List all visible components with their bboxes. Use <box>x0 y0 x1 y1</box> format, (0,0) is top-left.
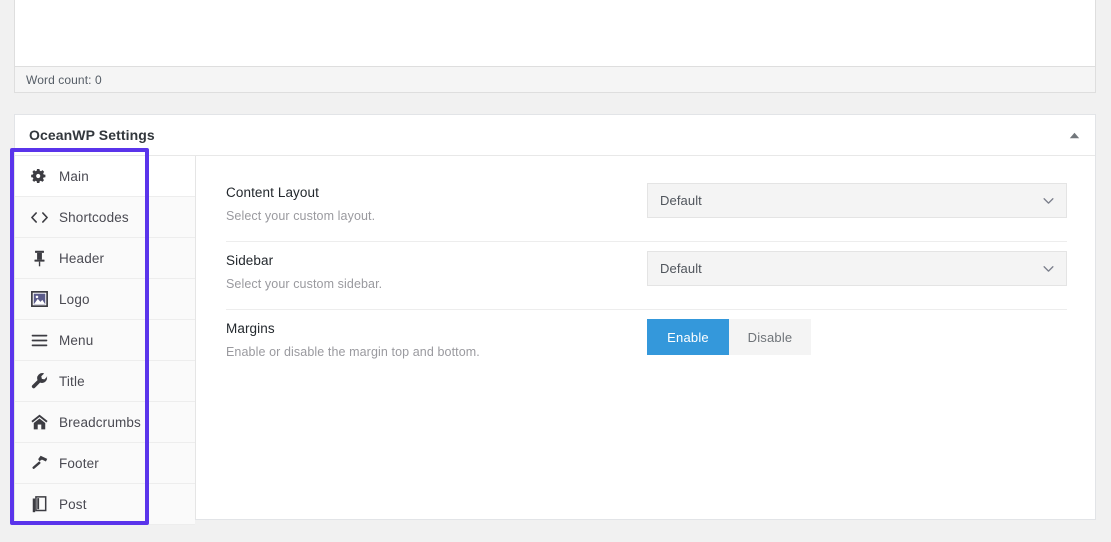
setting-description: Select your custom sidebar. <box>226 277 382 291</box>
home-icon <box>27 414 51 430</box>
sidebar-item-shortcodes[interactable]: Shortcodes <box>15 197 195 238</box>
setting-control: Default <box>647 183 1067 218</box>
sidebar-item-title[interactable]: Title <box>15 361 195 402</box>
sidebar-item-label: Menu <box>59 333 93 348</box>
sidebar-item-label: Title <box>59 374 85 389</box>
image-icon <box>27 291 51 307</box>
metabox-body: Main Shortcodes <box>15 156 1095 519</box>
sidebar-item-breadcrumbs[interactable]: Breadcrumbs <box>15 402 195 443</box>
margins-toggle-group: Enable Disable <box>647 319 1067 355</box>
sidebar-item-main[interactable]: Main <box>15 156 195 197</box>
code-icon <box>27 211 51 224</box>
setting-title: Margins <box>226 321 480 336</box>
page-title: OceanWP Settings <box>29 127 155 143</box>
margins-disable-button[interactable]: Disable <box>729 319 811 355</box>
post-editor-card: Word count: 0 <box>14 0 1096 93</box>
sidebar-item-post[interactable]: Post <box>15 484 195 525</box>
wrench-icon <box>27 373 51 390</box>
settings-panel: Content Layout Select your custom layout… <box>196 156 1095 519</box>
sidebar-item-label: Header <box>59 251 104 266</box>
oceanwp-settings-metabox: OceanWP Settings Main <box>14 114 1096 520</box>
sidebar-select[interactable]: Default <box>647 251 1067 286</box>
settings-nav: Main Shortcodes <box>15 156 196 519</box>
hamburger-icon <box>27 334 51 347</box>
setting-row-sidebar: Sidebar Select your custom sidebar. Defa… <box>226 242 1067 310</box>
chevron-down-icon <box>1043 265 1054 272</box>
setting-control: Default <box>647 251 1067 286</box>
select-value: Default <box>660 261 702 276</box>
book-icon <box>27 496 51 513</box>
word-count-label: Word count: 0 <box>26 73 102 87</box>
setting-description: Enable or disable the margin top and bot… <box>226 345 480 359</box>
pushpin-icon <box>27 250 51 267</box>
margins-enable-button[interactable]: Enable <box>647 319 729 355</box>
sidebar-item-label: Main <box>59 169 89 184</box>
setting-row-margins: Margins Enable or disable the margin top… <box>226 310 1067 377</box>
setting-row-content-layout: Content Layout Select your custom layout… <box>226 174 1067 242</box>
chevron-down-icon <box>1043 197 1054 204</box>
setting-info: Sidebar Select your custom sidebar. <box>226 251 382 291</box>
setting-title: Content Layout <box>226 185 375 200</box>
editor-content-area[interactable] <box>15 0 1095 66</box>
gear-icon <box>27 168 51 184</box>
setting-info: Margins Enable or disable the margin top… <box>226 319 480 359</box>
metabox-header: OceanWP Settings <box>15 115 1095 156</box>
sidebar-item-header[interactable]: Header <box>15 238 195 279</box>
sidebar-item-label: Shortcodes <box>59 210 129 225</box>
editor-status-bar: Word count: 0 <box>15 66 1095 92</box>
sidebar-item-menu[interactable]: Menu <box>15 320 195 361</box>
content-layout-select[interactable]: Default <box>647 183 1067 218</box>
sidebar-item-label: Logo <box>59 292 90 307</box>
sidebar-item-label: Footer <box>59 456 99 471</box>
sidebar-item-label: Breadcrumbs <box>59 415 141 430</box>
hammer-icon <box>27 455 51 472</box>
select-value: Default <box>660 193 702 208</box>
setting-description: Select your custom layout. <box>226 209 375 223</box>
caret-up-icon[interactable] <box>1063 124 1085 146</box>
sidebar-item-logo[interactable]: Logo <box>15 279 195 320</box>
sidebar-item-label: Post <box>59 497 87 512</box>
setting-info: Content Layout Select your custom layout… <box>226 183 375 223</box>
setting-control: Enable Disable <box>647 319 1067 355</box>
setting-title: Sidebar <box>226 253 382 268</box>
sidebar-item-footer[interactable]: Footer <box>15 443 195 484</box>
